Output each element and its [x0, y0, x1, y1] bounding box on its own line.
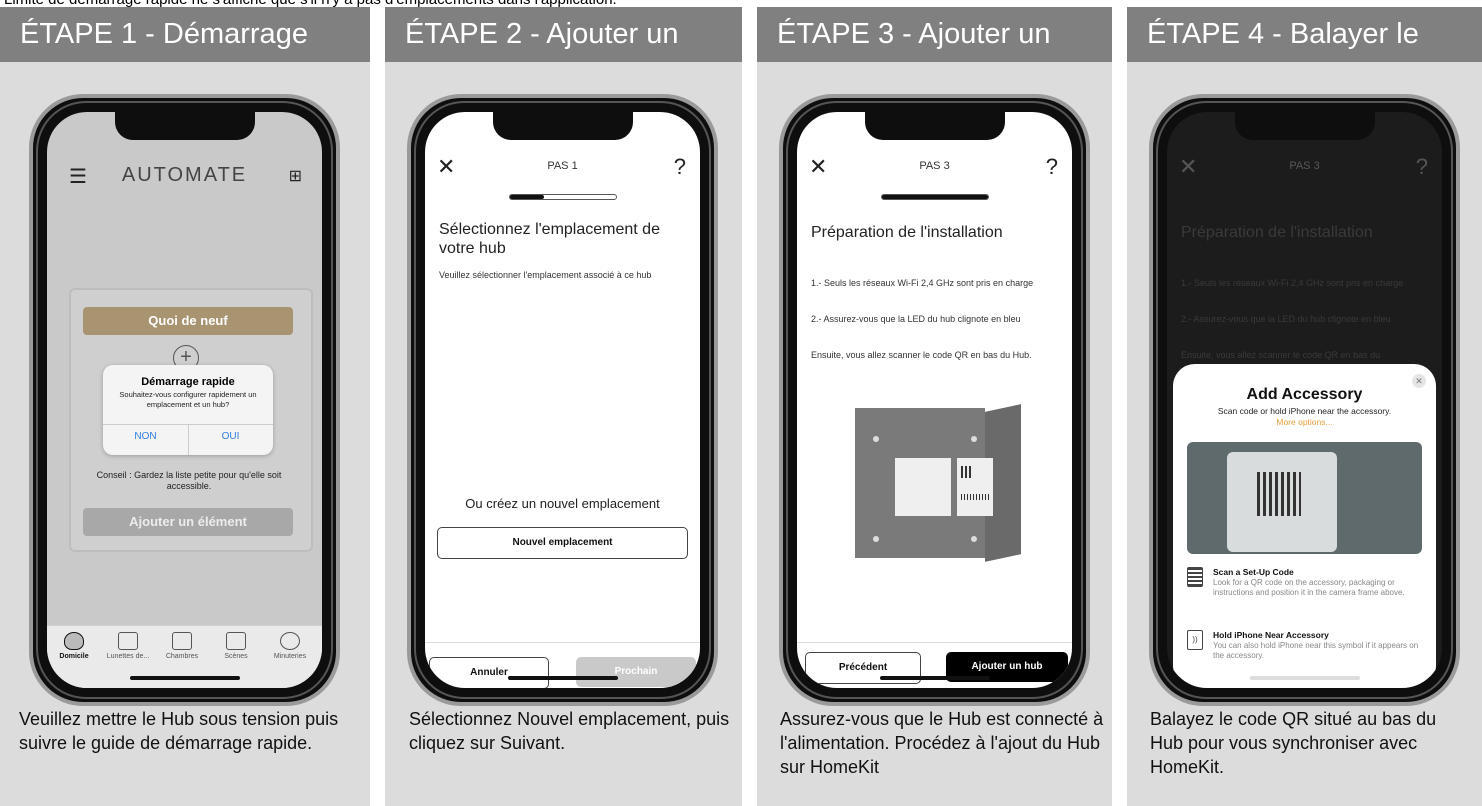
- phone-mockup: ✕ PAS 3 ? Préparation de l'installation …: [1149, 94, 1460, 706]
- dialog-yes-button[interactable]: OUI: [188, 431, 273, 442]
- step-caption: Assurez-vous que le Hub est connecté à l…: [780, 709, 1104, 777]
- tab-rooms[interactable]: Chambres: [155, 632, 209, 660]
- nfc-icon: )): [1187, 630, 1203, 650]
- step-caption: Balayez le code QR situé au bas du Hub p…: [1150, 709, 1437, 777]
- heart-icon: [64, 632, 84, 650]
- tab-scenes[interactable]: Scènes: [209, 632, 263, 660]
- step-card-2: ÉTAPE 2 - Ajouter un ✕ PAS 1 ? Sélection…: [385, 7, 742, 806]
- step-caption: Sélectionnez Nouvel emplacement, puis cl…: [409, 709, 730, 753]
- cancel-button[interactable]: Annuler: [429, 657, 549, 688]
- add-accessory-sheet: ✕ Add Accessory Scan code or hold iPhone…: [1173, 364, 1436, 688]
- option-nfc-title[interactable]: Hold iPhone Near Accessory: [1213, 630, 1424, 640]
- quick-start-dialog: Démarrage rapide Souhaitez-vous configur…: [103, 365, 273, 455]
- sheet-close-icon[interactable]: ✕: [1412, 374, 1426, 388]
- option-scan-title[interactable]: Scan a Set-Up Code: [1213, 567, 1424, 577]
- instruction-1: 1.- Seuls les réseaux Wi-Fi 2,4 GHz sont…: [811, 278, 1034, 288]
- step-card-4: ÉTAPE 4 - Balayer le ✕ PAS 3 ? Préparati…: [1127, 7, 1482, 806]
- shade-icon: [118, 632, 138, 650]
- add-item-button[interactable]: Ajouter un élément: [83, 508, 293, 536]
- sheet-title: Add Accessory: [1246, 386, 1363, 403]
- help-icon: ?: [1415, 154, 1428, 179]
- step-title: ÉTAPE 2 - Ajouter un: [385, 7, 742, 62]
- tab-glasses[interactable]: Lunettes de...: [101, 632, 155, 660]
- phone-mockup: ✕ PAS 3 ? Préparation de l'installation …: [779, 94, 1090, 706]
- screen-subtext: Veuillez sélectionner l'emplacement asso…: [439, 270, 652, 280]
- step-label: PAS 3: [1289, 160, 1320, 172]
- step-card-3: ÉTAPE 3 - Ajouter un ✕ PAS 3 ? Préparati…: [757, 7, 1112, 806]
- tab-home[interactable]: Domicile: [47, 632, 101, 660]
- step-title: ÉTAPE 1 - Démarrage: [0, 7, 370, 62]
- instruction-1: 1.- Seuls les réseaux Wi-Fi 2,4 GHz sont…: [1181, 278, 1404, 288]
- help-icon[interactable]: ?: [674, 154, 686, 180]
- instruction-2: 2.- Assurez-vous que la LED du hub clign…: [1181, 314, 1391, 324]
- dialog-title: Démarrage rapide: [141, 376, 235, 388]
- whats-new-button[interactable]: Quoi de neuf: [83, 307, 293, 335]
- help-icon[interactable]: ?: [1046, 154, 1058, 180]
- more-options-link[interactable]: More options...: [1173, 417, 1436, 427]
- step-card-1: ÉTAPE 1 - Démarrage ☰ AUTOMATE ⊞ Quoi de…: [0, 7, 370, 806]
- screen-heading: Préparation de l'installation: [811, 224, 1003, 241]
- tab-timers[interactable]: Minuteries: [263, 632, 317, 660]
- instruction-3: Ensuite, vous allez scanner le code QR e…: [1181, 350, 1381, 360]
- next-button[interactable]: Prochain: [576, 657, 696, 687]
- room-icon: [172, 632, 192, 650]
- dialog-no-button[interactable]: NON: [103, 431, 188, 442]
- progress-bar: [880, 194, 989, 200]
- clock-icon: [280, 632, 300, 650]
- progress-bar: [508, 194, 617, 200]
- qr-code-icon: [1187, 567, 1203, 587]
- option-scan-body: Look for a QR code on the accessory, pac…: [1213, 578, 1405, 597]
- step-caption: Veuillez mettre le Hub sous tension puis…: [19, 709, 339, 753]
- phone-mockup: ☰ AUTOMATE ⊞ Quoi de neuf + Démarrage ra…: [29, 94, 340, 706]
- sheet-subtitle: Scan code or hold iPhone near the access…: [1217, 406, 1392, 416]
- hub-photo: [837, 402, 1037, 572]
- screen-heading: Préparation de l'installation: [1181, 224, 1373, 241]
- new-location-button[interactable]: Nouvel emplacement: [437, 527, 688, 559]
- phone-mockup: ✕ PAS 1 ? Sélectionnez l'emplacement de …: [407, 94, 718, 706]
- screen-heading: Sélectionnez l'emplacement de votre hub: [439, 221, 660, 257]
- camera-viewfinder: [1187, 442, 1422, 554]
- step-label: PAS 3: [919, 160, 950, 172]
- step-title: ÉTAPE 3 - Ajouter un: [757, 7, 1112, 62]
- step-title: ÉTAPE 4 - Balayer le: [1127, 7, 1482, 62]
- step-label: PAS 1: [547, 160, 578, 172]
- scenes-icon: [226, 632, 246, 650]
- instruction-3: Ensuite, vous allez scanner le code QR e…: [811, 350, 1032, 360]
- grid-icon[interactable]: ⊞: [289, 166, 302, 186]
- brand-logo: AUTOMATE: [121, 164, 248, 186]
- option-nfc-body: You can also hold iPhone near this symbo…: [1213, 641, 1419, 660]
- tip-text: Conseil : Gardez la liste petite pour qu…: [96, 470, 282, 491]
- instruction-2: 2.- Assurez-vous que la LED du hub clign…: [811, 314, 1021, 324]
- create-location-text: Ou créez un nouvel emplacement: [465, 496, 660, 511]
- dialog-body: Souhaitez-vous configurer rapidement un …: [119, 390, 257, 409]
